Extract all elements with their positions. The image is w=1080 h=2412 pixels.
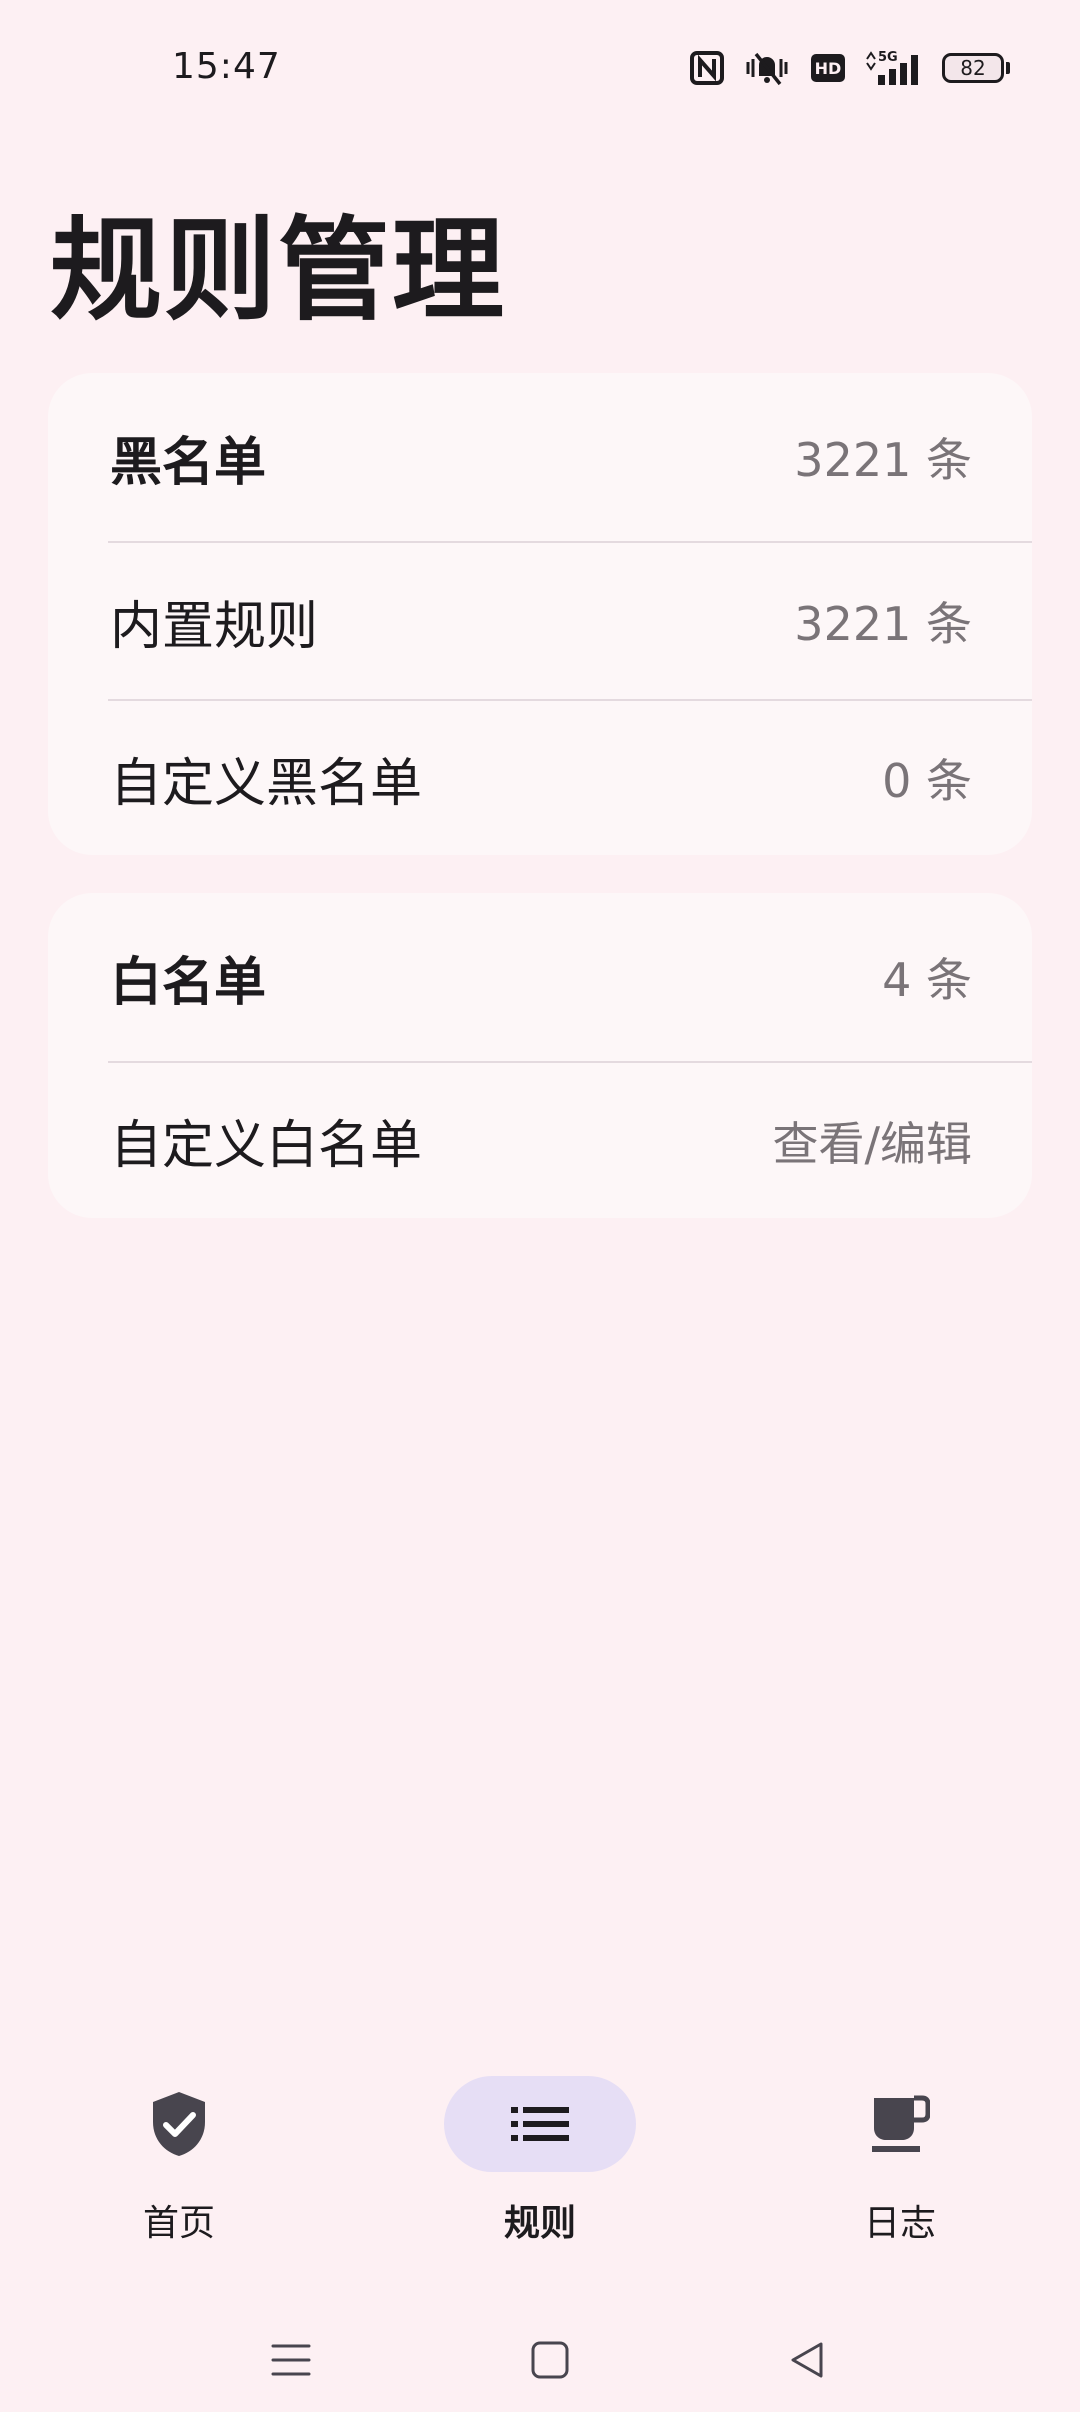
blacklist-card: 黑名单 3221 条 内置规则 3221 条 自定义黑名单 0 条 [48, 373, 1032, 855]
mute-vibrate-icon [746, 52, 788, 86]
custom-whitelist-row[interactable]: 自定义白名单 查看/编辑 [48, 1063, 1032, 1218]
custom-whitelist-label: 自定义白名单 [110, 1116, 423, 1176]
square-icon [531, 2341, 569, 2379]
system-navigation-bar [0, 2300, 1080, 2412]
builtin-rules-label: 内置规则 [110, 596, 319, 657]
list-icon [511, 2107, 569, 2141]
page-title: 规则管理 [50, 206, 506, 336]
status-time: 15:47 [172, 46, 281, 87]
builtin-rules-row[interactable]: 内置规则 3221 条 [48, 543, 1032, 699]
status-icons: HD 5G 82 [690, 48, 1010, 88]
nav-item-rules[interactable]: 规则 [410, 2040, 670, 2270]
blacklist-title: 黑名单 [110, 432, 267, 493]
nav-label-home: 首页 [142, 2203, 215, 2244]
nav-pill-rules [444, 2076, 636, 2172]
blacklist-count: 3221 条 [794, 433, 972, 487]
cup-icon [872, 2095, 930, 2152]
recent-apps-button[interactable] [251, 2320, 331, 2400]
hd-icon: HD [811, 54, 845, 82]
nav-pill-logs [804, 2076, 996, 2172]
nav-label-logs: 日志 [863, 2203, 936, 2244]
blacklist-header-row[interactable]: 黑名单 3221 条 [48, 373, 1032, 541]
back-triangle-icon [791, 2342, 823, 2378]
builtin-rules-count: 3221 条 [794, 597, 972, 651]
back-button[interactable] [767, 2320, 847, 2400]
custom-whitelist-action: 查看/编辑 [772, 1116, 973, 1171]
battery-icon: 82 [942, 53, 1010, 83]
nav-label-rules: 规则 [503, 2203, 576, 2244]
nav-item-home[interactable]: 首页 [49, 2040, 309, 2270]
svg-text:HD: HD [815, 59, 842, 78]
custom-blacklist-row[interactable]: 自定义黑名单 0 条 [48, 701, 1032, 855]
custom-blacklist-count: 0 条 [882, 754, 972, 808]
menu-icon [271, 2344, 311, 2376]
nav-item-logs[interactable]: 日志 [770, 2040, 1030, 2270]
whitelist-card: 白名单 4 条 自定义白名单 查看/编辑 [48, 893, 1032, 1218]
nav-pill-home [83, 2076, 275, 2172]
whitelist-header-row[interactable]: 白名单 4 条 [48, 893, 1032, 1061]
bottom-navigation: 首页 规则 日志 [0, 2040, 1080, 2270]
whitelist-title: 白名单 [110, 952, 267, 1013]
shield-check-icon [153, 2092, 205, 2156]
battery-level: 82 [942, 53, 1004, 83]
custom-blacklist-label: 自定义黑名单 [110, 753, 423, 814]
nfc-icon [690, 51, 724, 85]
whitelist-count: 4 条 [882, 953, 972, 1007]
signal-icon: 5G [866, 50, 918, 85]
status-bar: 15:47 HD 5G 82 [0, 0, 1080, 140]
svg-text:5G: 5G [878, 50, 898, 65]
home-button[interactable] [510, 2320, 590, 2400]
